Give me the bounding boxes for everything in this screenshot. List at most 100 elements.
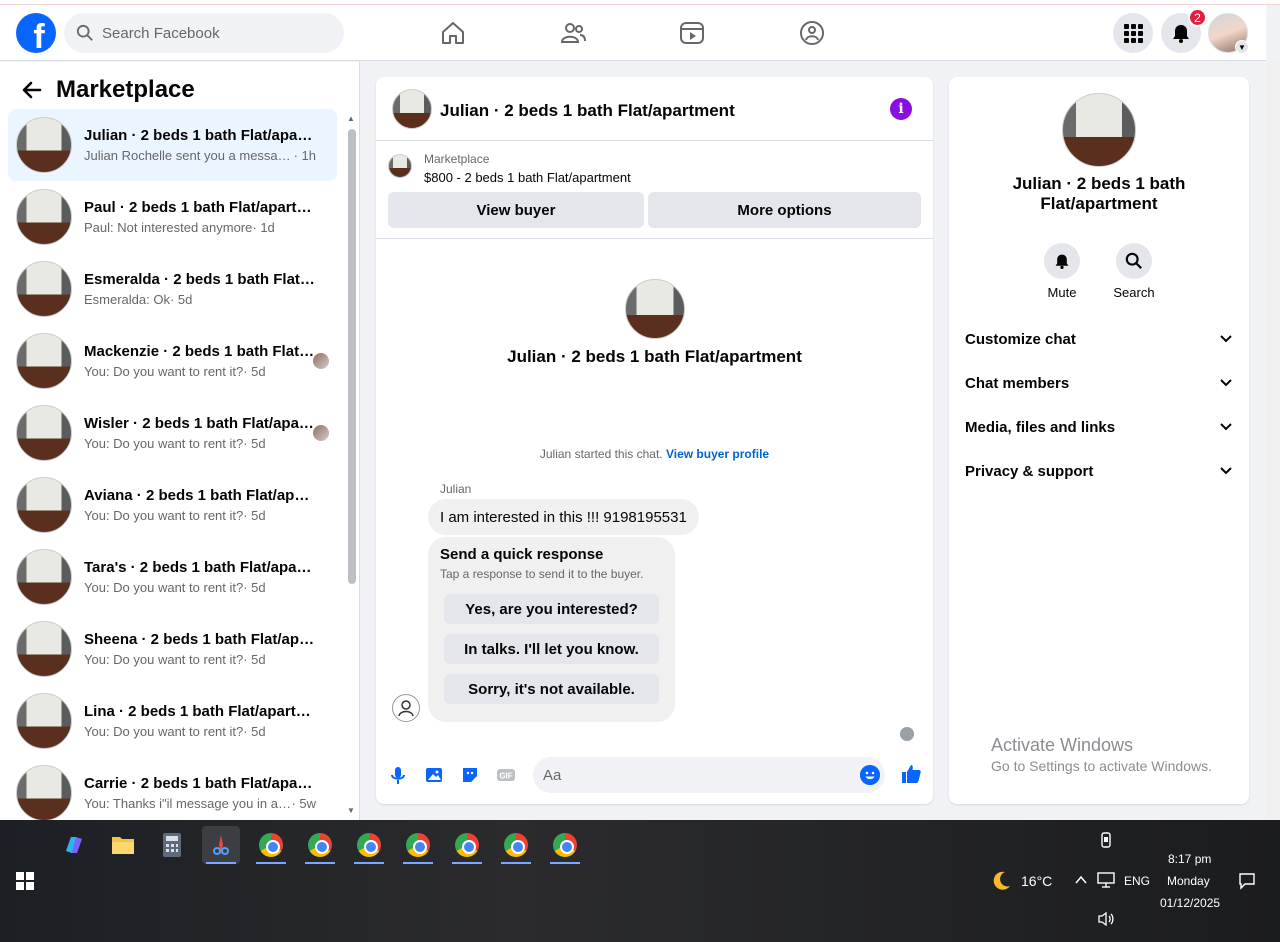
media-files-links-section[interactable]: Media, files and links bbox=[965, 417, 1233, 437]
conversation-item[interactable]: Wisler · 2 beds 1 bath Flat/apartment Yo… bbox=[8, 397, 337, 469]
chrome-icon[interactable] bbox=[350, 826, 388, 864]
calculator-icon[interactable] bbox=[153, 826, 191, 864]
gif-icon[interactable]: GIF bbox=[496, 765, 516, 785]
chat-hero-title: Julian · 2 beds 1 bath Flat/apartment bbox=[507, 347, 802, 366]
top-navigation-bar: f Search Facebook 2 ▼ bbox=[0, 5, 1266, 61]
message-input[interactable]: Aa bbox=[533, 757, 885, 793]
conversation-name: Wisler · 2 beds 1 bath Flat/apartment bbox=[84, 415, 316, 432]
chevron-up-icon[interactable] bbox=[1075, 874, 1087, 886]
chrome-icon[interactable] bbox=[399, 826, 437, 864]
mute-button[interactable]: Mute bbox=[1032, 243, 1092, 300]
moon-weather-icon[interactable] bbox=[989, 869, 1013, 893]
chrome-icon[interactable] bbox=[497, 826, 535, 864]
chevron-down-icon[interactable]: ▼ bbox=[1235, 40, 1249, 54]
emoji-icon[interactable] bbox=[860, 765, 880, 785]
thumbs-up-icon[interactable] bbox=[900, 763, 922, 785]
details-title: Julian · 2 beds 1 bath Flat/apartment bbox=[1012, 174, 1186, 213]
info-icon[interactable]: i bbox=[890, 98, 912, 120]
phone-link-icon[interactable] bbox=[1098, 832, 1114, 848]
chrome-icon[interactable] bbox=[448, 826, 486, 864]
weather-temperature[interactable]: 16°C bbox=[1021, 873, 1052, 889]
message-placeholder: Aa bbox=[543, 767, 562, 784]
conversation-preview: You: Do you want to rent it? bbox=[84, 364, 244, 379]
chat-details-panel: Julian · 2 beds 1 bath Flat/apartment Mu… bbox=[949, 77, 1249, 804]
marketplace-inbox-panel: Marketplace Julian · 2 beds 1 bath Flat/… bbox=[0, 62, 360, 821]
network-icon[interactable] bbox=[1097, 872, 1115, 888]
conversation-name: Mackenzie · 2 beds 1 bath Flat/apartment bbox=[84, 343, 316, 360]
conversation-item[interactable]: Paul · 2 beds 1 bath Flat/apartment Paul… bbox=[8, 181, 337, 253]
notification-center-icon[interactable] bbox=[1238, 872, 1256, 890]
conversation-item[interactable]: Julian · 2 beds 1 bath Flat/apartment Ju… bbox=[8, 109, 337, 181]
conversation-item[interactable]: Esmeralda · 2 beds 1 bath Flat/apartment… bbox=[8, 253, 337, 325]
conversation-item[interactable]: Lina · 2 beds 1 bath Flat/apartment You:… bbox=[8, 685, 337, 757]
conversation-item[interactable]: Aviana · 2 beds 1 bath Flat/apartment Yo… bbox=[8, 469, 337, 541]
clock-date[interactable]: 01/12/2025 bbox=[1160, 896, 1220, 910]
view-buyer-button[interactable]: View buyer bbox=[388, 192, 644, 228]
conversation-preview: You: Thanks i"il message you in a ... bbox=[84, 796, 292, 811]
snipping-tool-icon[interactable] bbox=[202, 826, 240, 864]
chat-started-note: Julian started this chat. View buyer pro… bbox=[376, 447, 933, 461]
copilot-icon[interactable] bbox=[55, 826, 93, 864]
chrome-icon[interactable] bbox=[252, 826, 290, 864]
quick-reply-button[interactable]: Yes, are you interested? bbox=[444, 594, 659, 624]
conversation-name: Carrie · 2 beds 1 bath Flat/apartment bbox=[84, 775, 316, 792]
friends-icon[interactable] bbox=[559, 19, 587, 47]
listing-thumbnail bbox=[16, 549, 72, 605]
watermark-subtitle: Go to Settings to activate Windows. bbox=[991, 758, 1212, 774]
bell-icon bbox=[1055, 254, 1069, 269]
more-options-button[interactable]: More options bbox=[648, 192, 921, 228]
page-title: Marketplace bbox=[56, 76, 195, 103]
conversation-item[interactable]: Tara's · 2 beds 1 bath Flat/apartment Yo… bbox=[8, 541, 337, 613]
conversation-item[interactable]: Mackenzie · 2 beds 1 bath Flat/apartment… bbox=[8, 325, 337, 397]
photo-icon[interactable] bbox=[424, 765, 444, 785]
search-in-chat-button[interactable]: Search bbox=[1104, 243, 1164, 300]
quick-response-subtitle: Tap a response to send it to the buyer. bbox=[440, 567, 644, 581]
windows-start-icon[interactable] bbox=[16, 872, 34, 890]
windows-taskbar: 16°C ENG 8:17 pm Monday 01/12/2025 bbox=[0, 820, 1280, 942]
seen-avatar bbox=[313, 425, 329, 441]
page-scrollbar[interactable] bbox=[1266, 61, 1280, 820]
chrome-icon[interactable] bbox=[301, 826, 339, 864]
home-icon[interactable] bbox=[439, 19, 467, 47]
conversation-item[interactable]: Sheena · 2 beds 1 bath Flat/apartment Yo… bbox=[8, 613, 337, 685]
conversation-time: · 5d bbox=[169, 292, 193, 307]
customize-chat-section[interactable]: Customize chat bbox=[965, 329, 1233, 349]
conversation-item[interactable]: Carrie · 2 beds 1 bath Flat/apartment Yo… bbox=[8, 757, 337, 829]
facebook-logo[interactable]: f bbox=[16, 13, 56, 53]
conversation-name: Julian · 2 beds 1 bath Flat/apartment bbox=[84, 127, 316, 144]
quick-reply-button[interactable]: Sorry, it's not available. bbox=[444, 674, 659, 704]
chat-members-section[interactable]: Chat members bbox=[965, 373, 1233, 393]
sticker-icon[interactable] bbox=[460, 765, 480, 785]
microphone-icon[interactable] bbox=[388, 765, 408, 785]
speaker-icon[interactable] bbox=[1097, 911, 1115, 927]
listing-price[interactable]: $800 - 2 beds 1 bath Flat/apartment bbox=[424, 170, 631, 185]
conversation-time: · 5d bbox=[243, 508, 266, 523]
message-bubble[interactable]: I am interested in this !!! 9198195531 bbox=[428, 499, 699, 535]
video-icon[interactable] bbox=[678, 19, 706, 47]
language-indicator[interactable]: ENG bbox=[1124, 874, 1150, 888]
notifications-button[interactable]: 2 bbox=[1161, 8, 1207, 53]
groups-icon[interactable] bbox=[798, 19, 826, 47]
scrollbar-thumb[interactable] bbox=[348, 129, 356, 584]
clock-day[interactable]: Monday bbox=[1167, 874, 1210, 888]
back-arrow-icon[interactable] bbox=[20, 78, 44, 102]
scroll-down-icon[interactable]: ▼ bbox=[347, 806, 355, 815]
mute-label: Mute bbox=[1047, 285, 1077, 300]
privacy-support-section[interactable]: Privacy & support bbox=[965, 461, 1233, 481]
listing-label: Marketplace bbox=[424, 152, 490, 166]
view-buyer-profile-link[interactable]: View buyer profile bbox=[666, 447, 769, 461]
quick-reply-button[interactable]: In talks. I'll let you know. bbox=[444, 634, 659, 664]
sender-avatar[interactable] bbox=[392, 694, 420, 722]
clock-time[interactable]: 8:17 pm bbox=[1168, 852, 1211, 866]
listing-thumbnail bbox=[392, 89, 432, 129]
inbox-scrollbar[interactable]: ▲ ▼ bbox=[346, 112, 358, 817]
conversation-preview: Esmeralda: Ok bbox=[84, 292, 170, 307]
scroll-up-icon[interactable]: ▲ bbox=[347, 114, 355, 123]
listing-thumbnail bbox=[16, 477, 72, 533]
chrome-icon[interactable] bbox=[546, 826, 584, 864]
chat-title[interactable]: Julian · 2 beds 1 bath Flat/apartment bbox=[440, 101, 735, 121]
section-label: Customize chat bbox=[965, 330, 1076, 348]
menu-grid-button[interactable] bbox=[1113, 13, 1153, 53]
file-explorer-icon[interactable] bbox=[104, 826, 142, 864]
search-facebook-field[interactable]: Search Facebook bbox=[64, 13, 344, 53]
